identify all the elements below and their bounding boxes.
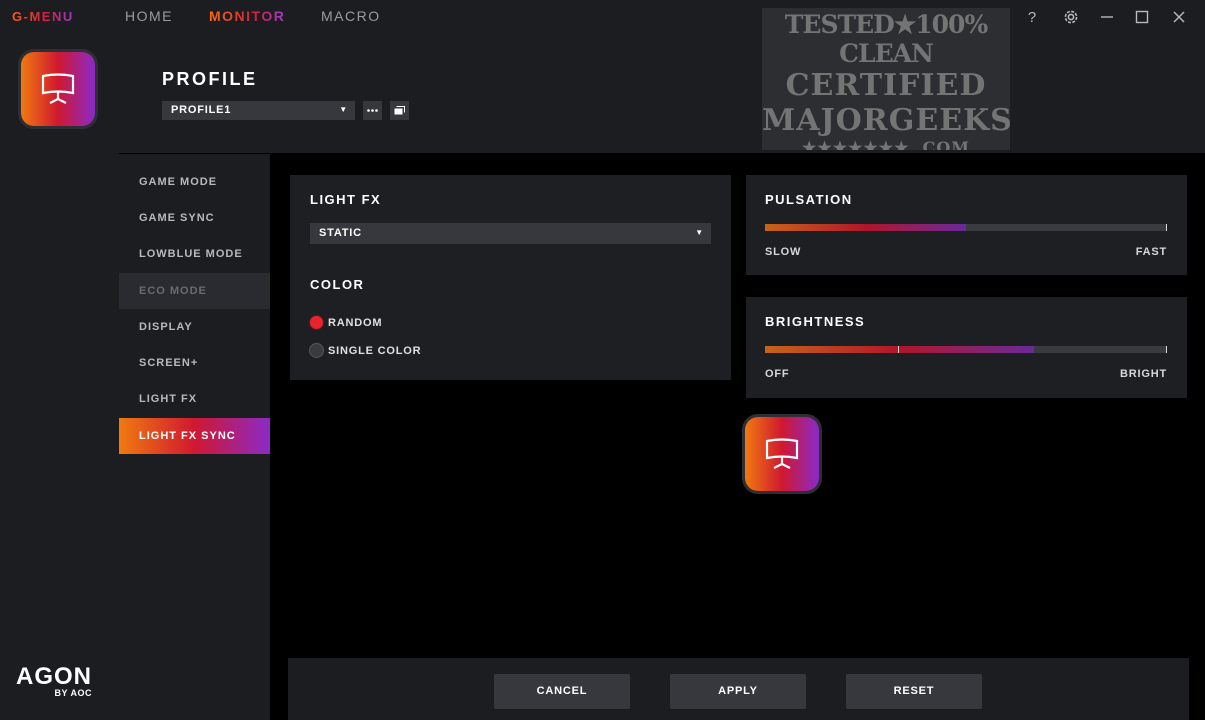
brightness-marker-tick	[897, 346, 899, 353]
pulsation-min-label: SLOW	[765, 246, 802, 258]
reset-button[interactable]: RESET	[846, 674, 982, 709]
title-bar: G-MENU HOME MONITOR MACRO ?	[0, 0, 1205, 33]
monitor-icon	[41, 73, 75, 104]
light-fx-panel: LIGHT FX STATIC ▼ COLOR RANDOM SINGLE CO…	[290, 175, 731, 380]
close-icon[interactable]	[1168, 6, 1190, 28]
maximize-icon[interactable]	[1131, 6, 1153, 28]
copy-icon	[394, 106, 405, 115]
light-fx-title: LIGHT FX	[310, 192, 382, 207]
brand-label: G-MENU	[12, 9, 74, 24]
brightness-max-label: BRIGHT	[1120, 368, 1167, 380]
color-title: COLOR	[310, 277, 365, 292]
radio-selected-icon[interactable]	[310, 316, 323, 329]
radio-single-color[interactable]: SINGLE COLOR	[310, 344, 421, 357]
monitor-sync-icon	[742, 414, 822, 494]
menu-item-display[interactable]: DISPLAY	[119, 309, 270, 345]
page-title: PROFILE	[162, 69, 258, 89]
left-rail	[0, 33, 119, 720]
menu-item-eco-mode: ECO MODE	[119, 273, 270, 309]
caret-down-icon: ▼	[339, 105, 348, 114]
profile-dropdown[interactable]: PROFILE1 ▼	[162, 101, 355, 120]
menu-item-screen-plus[interactable]: SCREEN+	[119, 345, 270, 381]
radio-unselected-icon[interactable]	[310, 344, 323, 357]
majorgeeks-watermark: TESTED★100% CLEAN CERTIFIED MAJORGEEKS ★…	[762, 8, 1010, 150]
nav-monitor[interactable]: MONITOR	[209, 8, 285, 24]
menu-item-game-mode[interactable]: GAME MODE	[119, 164, 270, 200]
brightness-panel: BRIGHTNESS OFF BRIGHT	[746, 297, 1187, 398]
gear-icon[interactable]	[1060, 6, 1082, 28]
slider-end-tick	[1166, 224, 1167, 231]
ellipsis-icon	[367, 109, 378, 112]
pulsation-title: PULSATION	[765, 192, 853, 207]
nav-macro[interactable]: MACRO	[321, 8, 381, 24]
slider-end-tick	[1166, 346, 1167, 353]
brightness-slider[interactable]	[765, 346, 1167, 353]
cancel-button[interactable]: CANCEL	[494, 674, 630, 709]
brightness-slider-fill	[765, 346, 1035, 353]
apply-button[interactable]: APPLY	[670, 674, 806, 709]
radio-random[interactable]: RANDOM	[310, 316, 382, 329]
light-fx-effect-dropdown[interactable]: STATIC ▼	[310, 223, 711, 244]
menu-item-lowblue-mode[interactable]: LOWBLUE MODE	[119, 236, 270, 272]
menu-item-light-fx[interactable]: LIGHT FX	[119, 381, 270, 417]
pulsation-slider[interactable]	[765, 224, 1167, 231]
copy-profile-button[interactable]	[390, 101, 409, 120]
brightness-min-label: OFF	[765, 368, 790, 380]
more-options-button[interactable]	[363, 101, 382, 120]
pulsation-max-label: FAST	[1135, 246, 1167, 258]
agon-logo: AGON BY AOC	[16, 663, 92, 699]
caret-down-icon: ▼	[695, 228, 704, 237]
monitor-icon	[765, 438, 799, 469]
pulsation-slider-fill	[765, 224, 966, 231]
pulsation-panel: PULSATION SLOW FAST	[746, 175, 1187, 275]
menu-item-light-fx-sync[interactable]: LIGHT FX SYNC	[119, 418, 270, 454]
menu-item-game-sync[interactable]: GAME SYNC	[119, 200, 270, 236]
help-icon[interactable]: ?	[1021, 6, 1043, 28]
settings-menu: GAME MODE GAME SYNC LOWBLUE MODE ECO MOD…	[119, 154, 270, 720]
nav-home[interactable]: HOME	[125, 8, 173, 24]
action-footer: CANCEL APPLY RESET	[288, 658, 1189, 720]
brightness-title: BRIGHTNESS	[765, 314, 866, 329]
monitor-app-icon	[18, 49, 98, 129]
minimize-icon[interactable]	[1096, 6, 1118, 28]
profile-header: PROFILE PROFILE1 ▼	[119, 33, 1205, 153]
